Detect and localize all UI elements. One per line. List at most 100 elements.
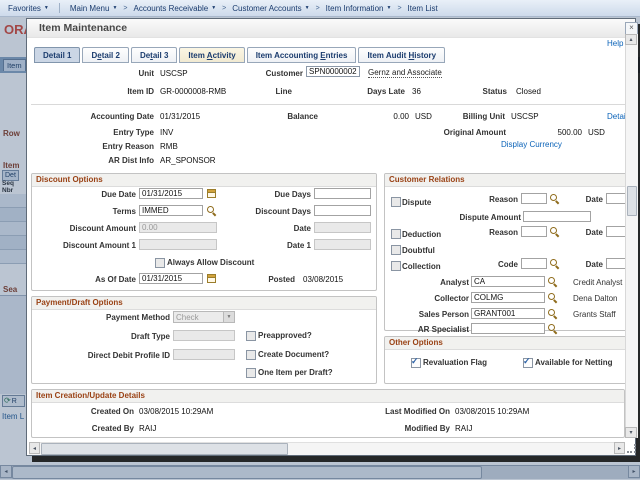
chevron-down-icon: ▼ (112, 5, 117, 11)
breadcrumb-favorites[interactable]: Favorites ▼ (8, 4, 49, 13)
original-amount-value: 500.00 (527, 128, 582, 137)
scroll-right-icon[interactable]: ▸ (614, 442, 625, 454)
tab-label: ctivity (213, 51, 236, 60)
discount-options-title: Discount Options (32, 174, 376, 187)
customer-label: Customer (203, 69, 303, 78)
deduction-checkbox[interactable] (391, 229, 401, 239)
entry-type-label: Entry Type (54, 128, 154, 137)
tab-item-accounting-entries[interactable]: Item Accounting Entries (247, 47, 357, 63)
breadcrumb-item-item-information[interactable]: Item Information ▼ (326, 4, 392, 13)
breadcrumb-separator: > (123, 5, 127, 12)
collection-checkbox[interactable] (391, 261, 401, 271)
customer-name-link[interactable]: Gernz and Associate (368, 68, 442, 78)
other-options-title: Other Options (385, 337, 628, 350)
unit-label: Unit (54, 69, 154, 78)
modal-title: Item Maintenance (39, 22, 127, 34)
breadcrumb-item-accounts-receivable[interactable]: Accounts Receivable ▼ (133, 4, 216, 13)
discount-days-input[interactable] (314, 205, 371, 216)
due-days-input[interactable] (314, 188, 371, 199)
analyst-name: Credit Analyst (573, 278, 622, 287)
breadcrumb-item-customer-accounts[interactable]: Customer Accounts ▼ (232, 4, 309, 13)
created-by-value: RAIJ (139, 424, 156, 433)
breadcrumb-separator: > (222, 5, 226, 12)
analyst-lookup-icon[interactable] (548, 277, 557, 286)
scroll-down-icon[interactable]: ▾ (625, 427, 637, 438)
collector-input[interactable] (471, 292, 545, 303)
vscroll-thumb[interactable] (627, 186, 637, 216)
entry-type-value: INV (160, 128, 173, 137)
breadcrumb-separator: > (397, 5, 401, 12)
sales-person-input[interactable] (471, 308, 545, 319)
dispute-checkbox[interactable] (391, 197, 401, 207)
doubtful-checkbox[interactable] (391, 245, 401, 255)
revaluation-flag-checkbox[interactable] (411, 358, 421, 368)
collection-code-input[interactable] (521, 258, 547, 269)
breadcrumb-divider (59, 3, 60, 13)
terms-label: Terms (35, 207, 136, 216)
create-document-checkbox[interactable] (246, 350, 256, 360)
breadcrumb-main-menu[interactable]: Main Menu ▼ (70, 4, 118, 13)
dispute-amount-input[interactable] (523, 211, 591, 222)
discount-date-label: Date (222, 224, 311, 233)
deduction-date-label: Date (573, 228, 603, 237)
scroll-left-icon[interactable]: ◂ (29, 442, 40, 454)
collection-code-lookup-icon[interactable] (550, 259, 559, 268)
created-on-label: Created On (35, 407, 134, 416)
payment-method-label: Payment Method (35, 313, 170, 322)
tab-detail-1[interactable]: Detail 1 (34, 47, 80, 63)
hscroll-thumb[interactable] (41, 443, 288, 455)
as-of-date-calendar-icon[interactable] (207, 274, 216, 283)
due-date-calendar-icon[interactable] (207, 189, 216, 198)
tab-detail-2[interactable]: Detail 2 (82, 47, 128, 63)
direct-debit-profile-id-input (173, 349, 235, 360)
customer-id-field[interactable]: SPN0000002 (306, 66, 360, 77)
deduction-reason-input[interactable] (521, 226, 547, 237)
tab-item-audit-history[interactable]: Item Audit History (358, 47, 445, 63)
created-on-value: 03/08/2015 10:29AM (139, 407, 213, 416)
discount-amount1-input (139, 239, 217, 250)
modal-vertical-scrollbar: ▴ ▾ (625, 34, 638, 438)
preapproved-checkbox[interactable] (246, 331, 256, 341)
modified-by-value: RAIJ (455, 424, 472, 433)
ar-dist-info-label: AR Dist Info (54, 156, 154, 165)
available-for-netting-checkbox[interactable] (523, 358, 533, 368)
posted-value: 03/08/2015 (303, 275, 343, 284)
deduction-reason-lookup-icon[interactable] (550, 227, 559, 236)
dispute-reason-input[interactable] (521, 193, 547, 204)
breadcrumb-favorites-label: Favorites (8, 4, 41, 13)
as-of-date-input[interactable] (139, 273, 203, 284)
payment-draft-options-title: Payment/Draft Options (32, 297, 376, 310)
help-link[interactable]: Help (607, 39, 623, 48)
due-days-label: Due Days (222, 190, 311, 199)
tab-item-activity[interactable]: Item Activity (179, 47, 244, 63)
dispute-date-label: Date (573, 195, 603, 204)
analyst-input[interactable] (471, 276, 545, 287)
chevron-down-icon: ▼ (305, 5, 310, 11)
tab-label: Item Accounting (256, 51, 321, 60)
resize-grip[interactable] (627, 444, 636, 453)
dispute-reason-lookup-icon[interactable] (550, 194, 559, 203)
breadcrumb-separator: > (316, 5, 320, 12)
discount-days-label: Discount Days (222, 207, 311, 216)
tab-label: istory (414, 51, 436, 60)
sales-person-label: Sales Person (389, 310, 469, 319)
ar-specialist-input[interactable] (471, 323, 545, 334)
one-item-per-draft-checkbox[interactable] (246, 368, 256, 378)
created-by-label: Created By (35, 424, 134, 433)
posted-label: Posted (242, 275, 295, 284)
always-allow-discount-checkbox[interactable] (155, 258, 165, 268)
terms-lookup-icon[interactable] (207, 206, 216, 215)
analyst-label: Analyst (389, 278, 469, 287)
days-late-value: 36 (412, 87, 421, 96)
scroll-up-icon[interactable]: ▴ (625, 34, 637, 45)
sales-person-lookup-icon[interactable] (548, 309, 557, 318)
ar-specialist-lookup-icon[interactable] (548, 324, 557, 333)
display-currency-link[interactable]: Display Currency (501, 140, 562, 149)
tab-detail-3[interactable]: Detail 3 (131, 47, 177, 63)
screen: Favorites ▼ Main Menu ▼ > Accounts Recei… (0, 0, 640, 480)
terms-input[interactable] (139, 205, 203, 216)
collector-lookup-icon[interactable] (548, 293, 557, 302)
due-date-input[interactable] (139, 188, 203, 199)
collection-label: Collection (402, 262, 441, 271)
breadcrumb-item-item-list[interactable]: Item List (408, 4, 438, 13)
